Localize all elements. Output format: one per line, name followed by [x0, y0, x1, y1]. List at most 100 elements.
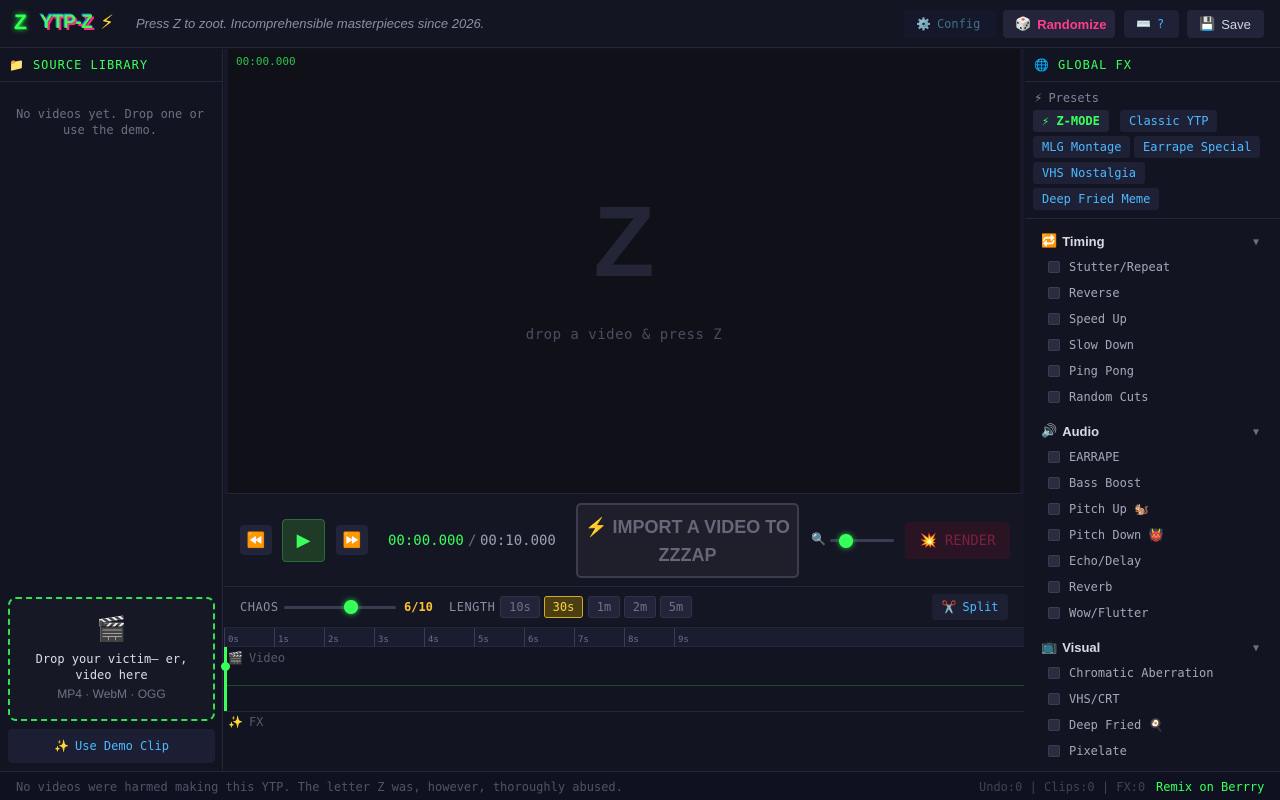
divider	[0, 81, 223, 82]
play-button[interactable]: ▶	[282, 519, 325, 562]
zoom-slider-thumb[interactable]	[839, 534, 853, 548]
fx-checkbox[interactable]	[1048, 339, 1060, 351]
fx-checkbox[interactable]	[1048, 693, 1060, 705]
chaos-value: 6/10	[404, 600, 433, 614]
source-library-title: 📁 SOURCE LIBRARY	[9, 58, 148, 72]
preview-placeholder-glyph: Z	[593, 186, 655, 298]
split-button[interactable]: ✂️ Split	[932, 594, 1008, 620]
lightning-icon: ⚡	[100, 10, 115, 34]
divider	[1025, 218, 1280, 219]
chevron-down-icon[interactable]: ▼	[1253, 427, 1259, 438]
fx-checkbox[interactable]	[1048, 391, 1060, 403]
length-option-5m[interactable]: 5m	[660, 596, 692, 618]
use-demo-clip-button[interactable]: ✨ Use Demo Clip	[8, 729, 215, 763]
fx-item-label: Bass Boost	[1069, 476, 1142, 490]
fx-item[interactable]: Random Cuts	[1048, 390, 1148, 404]
ruler-tick: 9s	[674, 628, 689, 647]
preset-earrape-special[interactable]: Earrape Special	[1134, 136, 1261, 158]
fx-checkbox[interactable]	[1048, 529, 1060, 541]
fx-checkbox[interactable]	[1048, 261, 1060, 273]
save-button[interactable]: 💾 Save	[1187, 10, 1264, 38]
fx-item[interactable]: Wow/Flutter	[1048, 606, 1148, 620]
preset-classic-ytp[interactable]: Classic YTP	[1120, 110, 1218, 132]
fx-item[interactable]: Speed Up	[1048, 312, 1127, 326]
fx-item[interactable]: Slow Down	[1048, 338, 1134, 352]
transport-bar: ⏪ ▶ ⏩ 00:00.000 / 00:10.000 ⚡ IMPORT A V…	[224, 495, 1024, 587]
fx-checkbox[interactable]	[1048, 477, 1060, 489]
chaos-slider-track[interactable]	[284, 606, 396, 609]
fx-item[interactable]: VHS/CRT	[1048, 692, 1120, 706]
chaos-slider-thumb[interactable]	[344, 600, 359, 614]
preset-mlg-montage[interactable]: MLG Montage	[1033, 136, 1131, 158]
fx-checkbox[interactable]	[1048, 607, 1060, 619]
import-video-button[interactable]: ⚡ IMPORT A VIDEO TO ZZZAP	[576, 503, 799, 578]
explosion-icon: 💥	[919, 532, 937, 549]
fx-checkbox[interactable]	[1048, 313, 1060, 325]
ruler-tick: 6s	[524, 628, 539, 647]
fx-category-audio[interactable]: 🔊 Audio	[1041, 424, 1099, 439]
status-counters: Undo:0 | Clips:0 | FX:0	[979, 780, 1146, 794]
fx-category-timing[interactable]: 🔁 Timing	[1041, 234, 1105, 249]
length-option-30s[interactable]: 30s	[544, 596, 583, 618]
fx-checkbox[interactable]	[1048, 451, 1060, 463]
config-button[interactable]: ⚙️ Config	[904, 10, 996, 38]
fx-item[interactable]: Echo/Delay	[1048, 554, 1141, 568]
video-dropzone[interactable]: 🎬 Drop your victim— er, video here MP4 ·…	[8, 597, 215, 721]
chevron-down-icon[interactable]: ▼	[1253, 643, 1259, 654]
preset-vhs-nostalgia[interactable]: VHS Nostalgia	[1033, 162, 1145, 184]
fx-checkbox[interactable]	[1048, 581, 1060, 593]
fx-category-visual[interactable]: 📺 Visual	[1041, 640, 1100, 655]
fx-checkbox[interactable]	[1048, 365, 1060, 377]
fx-item[interactable]: Reverse	[1048, 286, 1120, 300]
rewind-button[interactable]: ⏪	[240, 525, 272, 555]
render-button[interactable]: 💥 RENDER	[905, 522, 1010, 559]
video-preview[interactable]: 00:00.000 Z drop a video & press Z	[224, 49, 1024, 494]
fx-item-label: Slow Down	[1069, 338, 1135, 352]
fx-item-label: Ping Pong	[1069, 364, 1135, 378]
floppy-disk-icon: 💾	[1199, 16, 1216, 32]
fx-item[interactable]: Deep Fried 🍳	[1048, 718, 1163, 732]
length-option-2m[interactable]: 2m	[624, 596, 656, 618]
chevron-down-icon[interactable]: ▼	[1253, 237, 1259, 248]
globe-icon: 🌐	[1034, 58, 1050, 72]
fx-item[interactable]: EARRAPE	[1048, 450, 1120, 464]
fx-item[interactable]: Reverb	[1048, 580, 1112, 594]
fx-category-label: Visual	[1062, 640, 1101, 655]
fast-forward-button[interactable]: ⏩	[336, 525, 368, 555]
status-bar: No videos were harmed making this YTP. T…	[0, 771, 1280, 800]
fx-checkbox[interactable]	[1048, 287, 1060, 299]
ruler-tick: 0s	[224, 628, 239, 647]
fx-checkbox[interactable]	[1048, 667, 1060, 679]
playhead[interactable]	[221, 647, 230, 711]
fx-checkbox[interactable]	[1048, 719, 1060, 731]
length-option-10s[interactable]: 10s	[500, 596, 540, 618]
fx-item-label: Pitch Down 👹	[1069, 528, 1164, 542]
global-fx-title: 🌐 GLOBAL FX	[1034, 58, 1132, 72]
fx-item[interactable]: Pitch Down 👹	[1048, 528, 1163, 542]
randomize-button[interactable]: 🎲 Randomize	[1003, 10, 1115, 38]
fx-item[interactable]: Pitch Up 🐿️	[1048, 502, 1149, 516]
remix-link[interactable]: Remix on Berrry	[1156, 780, 1264, 794]
fx-checkbox[interactable]	[1048, 745, 1060, 757]
playhead-handle[interactable]	[221, 662, 230, 671]
fx-item[interactable]: Chromatic Aberration	[1048, 666, 1214, 680]
fx-checkbox[interactable]	[1048, 503, 1060, 515]
preset-z-mode[interactable]: ⚡ Z-MODE	[1033, 110, 1109, 132]
logo-mark: Z	[14, 11, 27, 34]
preset-deep-fried-meme[interactable]: Deep Fried Meme	[1033, 188, 1160, 210]
fx-item[interactable]: Pixelate	[1048, 744, 1127, 758]
timeline-ruler[interactable]: 0s 1s 2s 3s 4s 5s 6s 7s 8s 9s	[224, 628, 1024, 647]
fx-item-label: Wow/Flutter	[1069, 606, 1149, 620]
clapperboard-icon: 🎬	[96, 615, 127, 643]
keyboard-help-button[interactable]: ⌨️ ?	[1124, 10, 1179, 38]
length-option-1m[interactable]: 1m	[588, 596, 620, 618]
fx-checkbox[interactable]	[1048, 555, 1060, 567]
folder-icon: 📁	[9, 58, 25, 72]
fx-item[interactable]: Stutter/Repeat	[1048, 260, 1170, 274]
timeline[interactable]: 0s 1s 2s 3s 4s 5s 6s 7s 8s 9s 🎬 Video ✨ …	[221, 627, 1024, 771]
fx-item[interactable]: Ping Pong	[1048, 364, 1134, 378]
config-button-label: Config	[936, 17, 981, 31]
current-time: 00:00.000	[388, 533, 464, 549]
fx-item[interactable]: Bass Boost	[1048, 476, 1141, 490]
fx-item-label: Chromatic Aberration	[1069, 666, 1214, 680]
